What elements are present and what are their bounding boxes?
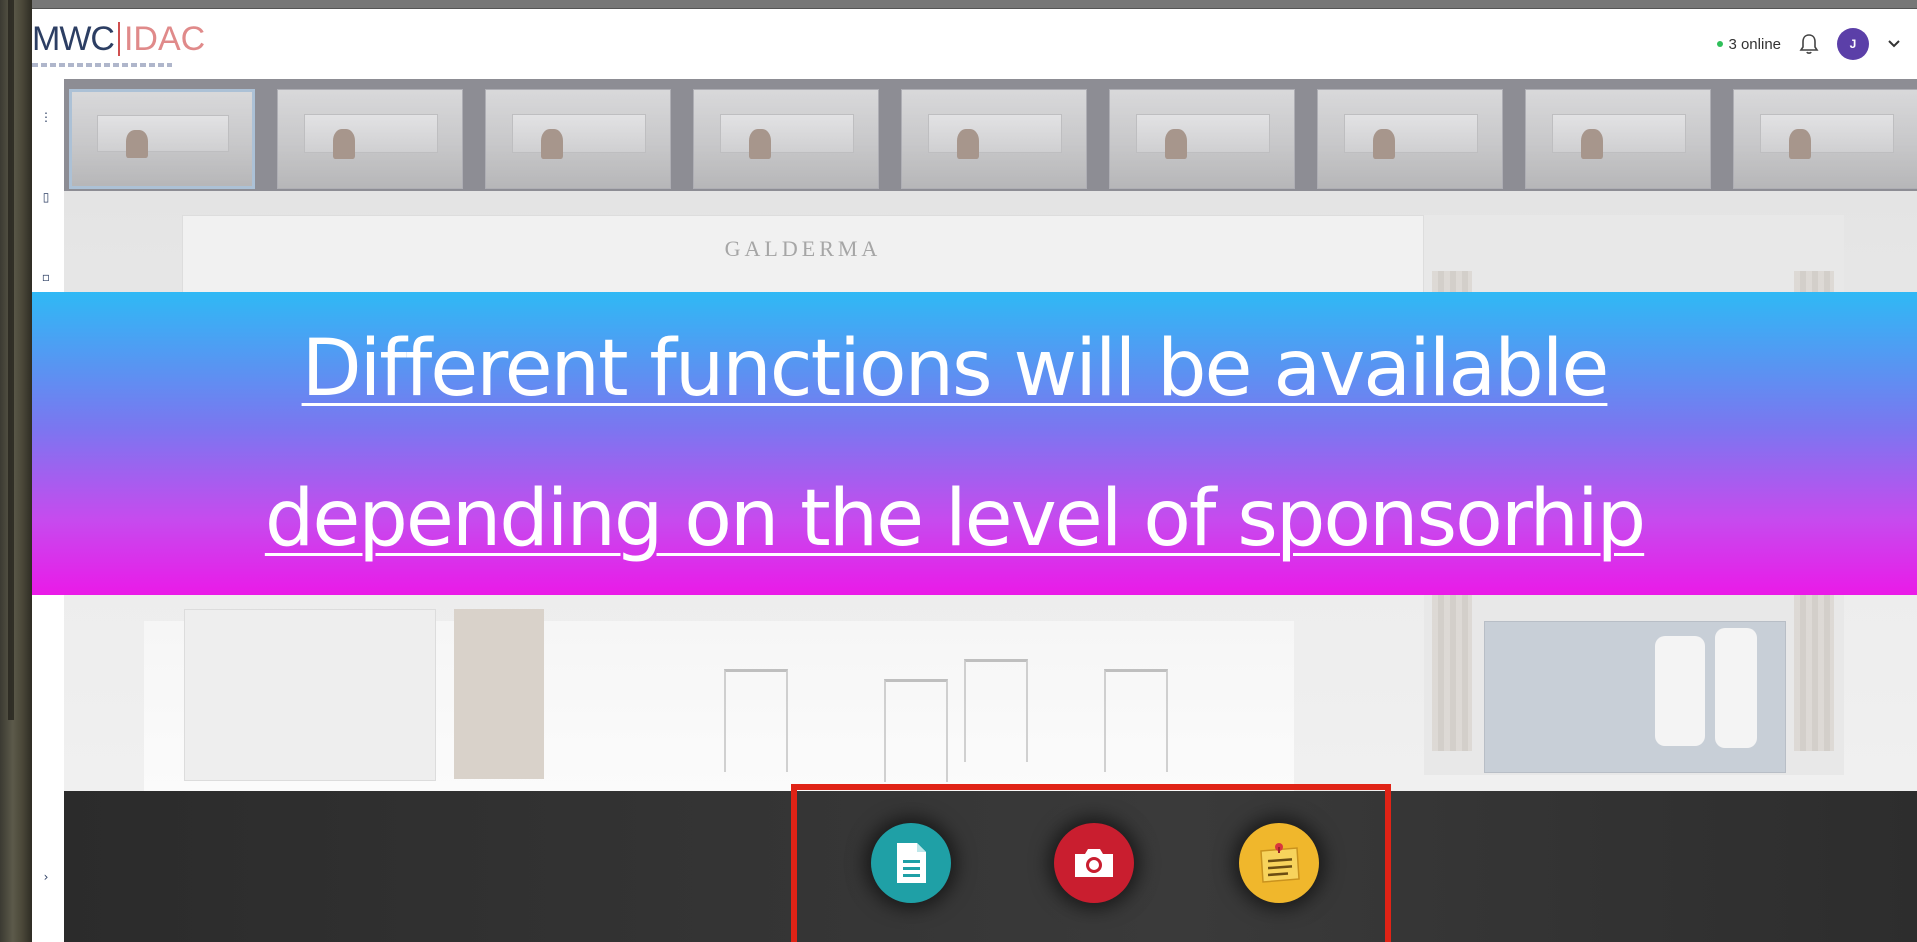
booth-thumbnail[interactable] xyxy=(69,89,255,189)
banner-line-1: Different functions will be available xyxy=(301,323,1610,414)
document-icon xyxy=(897,843,926,883)
booth-thumbnail[interactable] xyxy=(1733,89,1917,189)
chevron-down-icon[interactable] xyxy=(1887,39,1901,49)
header-actions: 3 online J xyxy=(1717,27,1901,61)
sponsorship-notice-banner: Different functions will be available de… xyxy=(32,292,1917,595)
chevron-down-icon-svg xyxy=(1888,40,1900,48)
logo-idac-text: IDAC xyxy=(123,20,206,58)
booth-wood-panel xyxy=(454,609,544,779)
booth-thumbnail[interactable] xyxy=(1317,89,1503,189)
logo-mwc-text: MWC xyxy=(32,20,115,58)
booth-product-poster[interactable] xyxy=(1484,621,1786,773)
booth-thumbnail[interactable] xyxy=(485,89,671,189)
online-dot-icon xyxy=(1717,41,1724,47)
booth-thumbnail[interactable] xyxy=(1525,89,1711,189)
top-header: MWC IDAC 3 online J xyxy=(32,9,1917,79)
bar-table xyxy=(1104,669,1168,772)
bell-icon-svg xyxy=(1799,34,1819,54)
bar-table xyxy=(964,659,1028,762)
booth-thumbnail[interactable] xyxy=(277,89,463,189)
sidebar-icon-2[interactable]: ▯ xyxy=(38,189,54,205)
sidebar-icon-1[interactable]: ⋮ xyxy=(38,109,54,125)
screen: MWC IDAC 3 online J ⋮ ▯ ▫ › GALDERMA Dif… xyxy=(0,0,1917,942)
banner-line-2: depending on the level of sponsorhip xyxy=(264,473,1646,564)
booth-counter xyxy=(184,609,436,781)
booth-thumbnail[interactable] xyxy=(901,89,1087,189)
event-logo[interactable]: MWC IDAC xyxy=(32,19,205,69)
logo-tagline xyxy=(32,63,172,67)
background-photo-edge xyxy=(0,0,32,942)
online-count: 3 online xyxy=(1728,35,1781,53)
booth-function-toolbar xyxy=(791,784,1391,942)
booth-thumbnail[interactable] xyxy=(1109,89,1295,189)
sticky-note-icon xyxy=(1260,843,1300,883)
camera-button[interactable] xyxy=(1054,823,1134,903)
online-indicator: 3 online xyxy=(1717,36,1781,53)
camera-icon xyxy=(1075,849,1113,877)
sidebar-icon-4[interactable]: › xyxy=(38,869,54,885)
bar-table xyxy=(724,669,788,772)
user-avatar[interactable]: J xyxy=(1837,28,1869,60)
booth-thumbnail-strip xyxy=(64,79,1917,191)
document-button[interactable] xyxy=(871,823,951,903)
bell-icon[interactable] xyxy=(1799,33,1819,55)
sticky-note-button[interactable] xyxy=(1239,823,1319,903)
booth-brand-name: GALDERMA xyxy=(724,236,882,261)
sidebar-icon-3[interactable]: ▫ xyxy=(38,269,54,285)
logo-divider xyxy=(117,22,120,56)
bar-table xyxy=(884,679,948,782)
booth-thumbnail[interactable] xyxy=(693,89,879,189)
